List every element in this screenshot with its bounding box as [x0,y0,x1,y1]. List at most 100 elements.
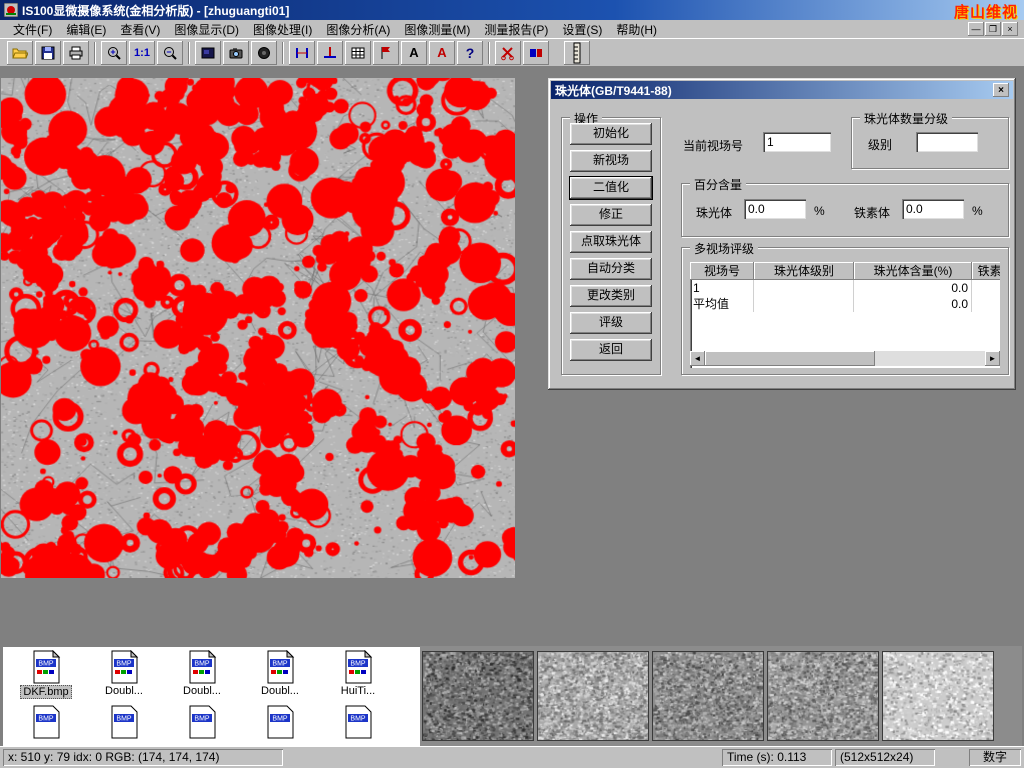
cut-button[interactable] [495,41,521,65]
file-item[interactable]: BMP [164,705,240,739]
menu-image-process[interactable]: 图像处理(I) [246,19,319,40]
video-capture-icon [200,45,216,61]
rate-button[interactable]: 评级 [570,312,652,334]
cell-level [754,296,854,312]
image-thumbnail[interactable] [767,651,879,741]
file-name: DKF.bmp [20,685,71,699]
menu-measure-report[interactable]: 测量报告(P) [477,19,555,40]
menu-image-measure[interactable]: 图像测量(M) [397,19,477,40]
file-item[interactable]: BMP Doubl... [164,650,240,699]
ruler-tool-button[interactable] [564,41,590,65]
file-item[interactable]: BMP DKF.bmp [8,650,84,699]
init-button[interactable]: 初始化 [570,123,652,145]
bmp-file-icon: BMP [109,705,139,739]
cell-field-no: 平均值 [690,296,754,312]
mdi-minimize-button[interactable]: — [968,22,984,36]
image-thumbnail[interactable] [882,651,994,741]
menu-image-analysis[interactable]: 图像分析(A) [319,19,397,40]
scroll-right-arrow[interactable]: ► [985,351,1000,366]
operation-group: 操作 初始化 新视场 二值化 修正 点取珠光体 自动分类 更改类别 评级 返回 [561,117,661,375]
title-bar[interactable]: IS100显微摄像系统(金相分析版) - [zhuguangti01] [0,0,1024,20]
measure-height-button[interactable] [317,41,343,65]
bmp-file-icon: BMP [343,705,373,739]
scroll-left-arrow[interactable]: ◄ [690,351,705,366]
one-to-one-icon: 1:1 [134,47,150,59]
table-header-row: 视场号 珠光体级别 珠光体含量(%) 铁素体含量(%) [690,262,1000,280]
save-button[interactable] [35,41,61,65]
change-category-button[interactable]: 更改类别 [570,285,652,307]
table-hscrollbar[interactable]: ◄ ► [690,351,1000,366]
dialog-close-button[interactable]: × [993,83,1009,97]
file-item[interactable]: BMP [8,705,84,739]
auto-classify-button[interactable]: 自动分类 [570,258,652,280]
annotate-style-button[interactable]: A [429,41,455,65]
file-row-1: BMP DKF.bmp BMP Doubl... BMP Doubl... BM… [8,650,418,699]
actual-size-button[interactable]: 1:1 [129,41,155,65]
correct-button[interactable]: 修正 [570,204,652,226]
image-thumbnail[interactable] [537,651,649,741]
main-toolbar: 1:1 A A ? [0,39,1024,67]
header-field-no: 视场号 [690,262,754,280]
menu-edit[interactable]: 编辑(E) [59,19,113,40]
zoom-out-button[interactable] [157,41,183,65]
pearlite-percent-input[interactable] [744,199,806,219]
mdi-restore-button[interactable]: ❐ [985,22,1001,36]
table-row[interactable]: 1 0.0 [690,280,1000,296]
mdi-window-controls: — ❐ × [968,22,1018,36]
svg-text:BMP: BMP [194,716,210,723]
thumbnail-strip [420,646,1022,746]
dialog-title-bar[interactable]: 珠光体(GB/T9441-88) × [551,81,1013,99]
processing-time-readout: Time (s): 0.113 [722,749,832,766]
file-name: Doubl... [105,685,143,697]
image-thumbnail[interactable] [422,651,534,741]
menu-file[interactable]: 文件(F) [6,19,59,40]
pearlite-percent-sign: % [814,204,825,218]
file-item[interactable]: BMP Doubl... [242,650,318,699]
image-thumbnail[interactable] [652,651,764,741]
bmp-file-icon: BMP [187,650,217,684]
annotate-text-button[interactable]: A [401,41,427,65]
menu-image-display[interactable]: 图像显示(D) [167,19,246,40]
new-field-button[interactable]: 新视场 [570,150,652,172]
level-input[interactable] [916,132,978,152]
file-item[interactable]: BMP [320,705,396,739]
svg-text:BMP: BMP [194,661,210,668]
menu-view[interactable]: 查看(V) [113,19,167,40]
measure-length-button[interactable] [289,41,315,65]
file-item[interactable]: BMP Doubl... [86,650,162,699]
return-button[interactable]: 返回 [570,339,652,361]
svg-text:BMP: BMP [272,661,288,668]
svg-text:BMP: BMP [116,716,132,723]
menu-help[interactable]: 帮助(H) [609,19,664,40]
metallograph-image[interactable] [1,78,515,578]
open-file-button[interactable] [7,41,33,65]
toolbar-separator [488,42,490,64]
ferrite-percent-input[interactable] [902,199,964,219]
help-button[interactable]: ? [457,41,483,65]
zoom-in-button[interactable] [101,41,127,65]
calibration-grid-button[interactable] [345,41,371,65]
current-field-input[interactable] [763,132,831,152]
marker-flag-button[interactable] [373,41,399,65]
cell-ferrite [972,296,1000,312]
pick-pearlite-button[interactable]: 点取珠光体 [570,231,652,253]
bmp-file-icon: BMP [31,705,61,739]
overlay-toggle-button[interactable] [523,41,549,65]
binarize-button[interactable]: 二值化 [570,177,652,199]
scroll-thumb[interactable] [705,351,875,366]
capture-button[interactable] [195,41,221,65]
file-item[interactable]: BMP [86,705,162,739]
menu-settings[interactable]: 设置(S) [555,19,609,40]
white-balance-button[interactable] [251,41,277,65]
multifield-group: 多视场评级 视场号 珠光体级别 珠光体含量(%) 铁素体含量(%) 1 0.0 [681,247,1009,375]
file-item[interactable]: BMP HuiTi... [320,650,396,699]
overlay-icon [528,45,544,61]
table-row[interactable]: 平均值 0.0 [690,296,1000,312]
mdi-close-button[interactable]: × [1002,22,1018,36]
status-bar: x: 510 y: 79 idx: 0 RGB: (174, 174, 174)… [0,746,1024,768]
file-item[interactable]: BMP [242,705,318,739]
grading-group: 珠光体数量分级 级别 [851,117,1009,169]
print-button[interactable] [63,41,89,65]
camera-button[interactable] [223,41,249,65]
zoom-out-icon [162,45,178,61]
